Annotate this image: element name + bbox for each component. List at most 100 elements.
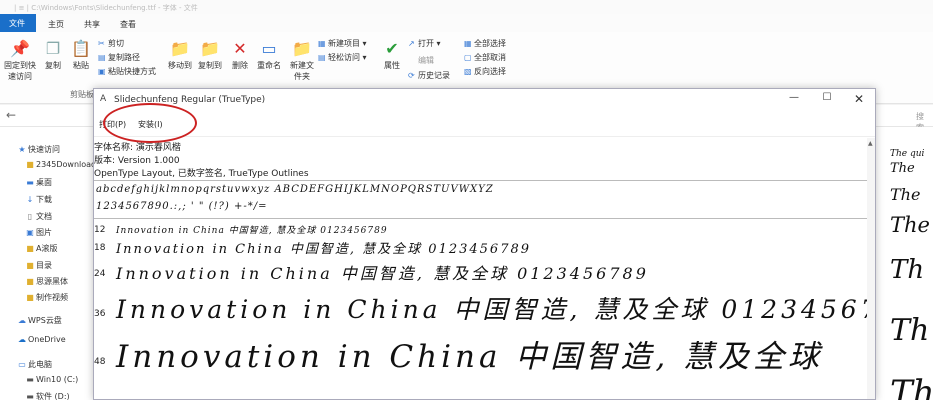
folder-icon: ■	[26, 160, 34, 169]
rename-label: 重命名	[257, 61, 281, 70]
document-icon: ▯	[27, 212, 33, 221]
rename-icon: ▭	[261, 39, 277, 58]
sample-text-24: Innovation in China 中国智造, 慧及全球 012345678…	[116, 264, 649, 283]
preview-line: The	[890, 185, 921, 204]
properties-check-icon: ✔	[385, 39, 399, 58]
new-folder-button[interactable]: 📁 新建文件夹	[288, 40, 316, 82]
desktop-icon: ▬	[26, 178, 34, 187]
sample-size-label: 36	[94, 309, 106, 319]
divider	[94, 218, 867, 219]
delete-button[interactable]: ✕ 删除	[228, 40, 252, 71]
font-viewer-title-bar[interactable]: A Slidechunfeng Regular (TrueType) — ☐ ✕	[94, 89, 875, 111]
history-icon: ⟳	[408, 71, 415, 80]
rename-button[interactable]: ▭ 重命名	[254, 40, 284, 71]
history-button[interactable]: ⟳ 历史记录	[408, 70, 450, 81]
sample-text-12: Innovation in China 中国智造, 慧及全球 012345678…	[116, 226, 388, 236]
copy-label: 复制	[45, 61, 61, 70]
easy-access-icon: ▤	[318, 53, 326, 62]
invert-selection-button[interactable]: ▧ 反向选择	[464, 66, 506, 77]
sample-text-36: Innovation in China 中国智造, 慧及全球 012345678…	[116, 295, 867, 324]
font-app-icon: A	[100, 94, 107, 104]
new-folder-label: 新建文件夹	[290, 61, 314, 81]
folder-icon: ■	[26, 244, 34, 253]
close-icon[interactable]: ✕	[847, 92, 871, 108]
drive-icon: ▬	[26, 375, 34, 384]
scroll-up-icon[interactable]: ▲	[868, 140, 873, 147]
preview-line: Th	[890, 313, 930, 348]
pin-quick-access-button[interactable]: 📌 固定到快速访问	[4, 40, 36, 82]
move-folder-icon: 📁	[170, 39, 190, 58]
back-arrow-icon[interactable]: ←	[6, 108, 16, 122]
paste-button[interactable]: 📋 粘贴	[68, 40, 94, 71]
copy-to-button[interactable]: 📁 复制到	[196, 40, 224, 71]
select-all-icon: ▦	[464, 39, 472, 48]
font-preview-content: 字体名称: 演示春风楷 版本: Version 1.000 OpenType L…	[94, 138, 867, 399]
preview-line: Th	[890, 255, 925, 285]
paste-shortcut-button[interactable]: ▣ 粘贴快捷方式	[98, 66, 156, 77]
tab-file[interactable]: 文件	[0, 14, 36, 32]
delete-x-icon: ✕	[233, 39, 247, 58]
preview-pane: The qui The The The Th Th Th	[876, 127, 933, 400]
delete-label: 删除	[232, 61, 248, 70]
preview-line: The	[890, 161, 915, 176]
easy-access-button[interactable]: ▤ 轻松访问 ▾	[318, 52, 367, 63]
folder-icon: ■	[26, 261, 34, 270]
sample-size-label: 12	[94, 225, 106, 235]
clipboard-icon: 📋	[71, 39, 91, 58]
copy-to-label: 复制到	[198, 61, 222, 70]
search-input[interactable]: 搜索	[880, 108, 930, 132]
select-none-button[interactable]: ▢ 全部取消	[464, 52, 506, 63]
sample-size-label: 48	[94, 357, 106, 367]
alphabet-sample: abcdefghijklmnopqrstuvwxyz ABCDEFGHIJKLM…	[96, 184, 494, 195]
maximize-icon[interactable]: ☐	[815, 92, 839, 108]
select-all-button[interactable]: ▦ 全部选择	[464, 38, 506, 49]
explorer-title-bar: | ≡ | C:\Windows\Fonts\Slidechunfeng.ttf…	[0, 0, 933, 14]
sample-text-48: Innovation in China 中国智造, 慧及全球	[116, 339, 824, 375]
shortcut-icon: ▣	[98, 67, 106, 76]
copy-folder-icon: 📁	[200, 39, 220, 58]
download-icon: ↓	[26, 195, 34, 204]
font-type-info: OpenType Layout, 已数字签名, TrueType Outline…	[94, 169, 309, 179]
open-button[interactable]: ↗ 打开 ▾	[408, 38, 441, 49]
preview-line: The	[890, 213, 930, 237]
font-name-info: 字体名称: 演示春风楷	[94, 143, 181, 153]
tab-view[interactable]: 查看	[114, 17, 142, 32]
folder-icon: ■	[26, 293, 34, 302]
star-icon: ★	[18, 145, 26, 154]
copy-path-button[interactable]: ▤ 复制路径	[98, 52, 140, 63]
open-icon: ↗	[408, 39, 415, 48]
move-to-label: 移动到	[168, 61, 192, 70]
install-button[interactable]: 安装(I)	[138, 119, 163, 130]
tab-share[interactable]: 共享	[78, 17, 106, 32]
pin-label: 固定到快速访问	[4, 61, 36, 81]
minimize-icon[interactable]: —	[782, 92, 806, 108]
drive-icon: ▬	[26, 392, 34, 400]
sample-size-label: 24	[94, 269, 106, 279]
properties-button[interactable]: ✔ 属性	[380, 40, 404, 71]
copy-button[interactable]: ❐ 复制	[40, 40, 66, 71]
paste-label: 粘贴	[73, 61, 89, 70]
edit-button[interactable]: 编辑	[408, 55, 434, 66]
tab-home[interactable]: 主页	[42, 17, 70, 32]
cut-button[interactable]: ✂ 剪切	[98, 38, 124, 49]
print-button[interactable]: 打印(P)	[99, 119, 126, 130]
move-to-button[interactable]: 📁 移动到	[166, 40, 194, 71]
scissors-icon: ✂	[98, 39, 105, 48]
properties-label: 属性	[384, 61, 400, 70]
preview-line: The qui	[890, 149, 925, 159]
new-item-button[interactable]: ▦ 新建项目 ▾	[318, 38, 367, 49]
ribbon-tabs: 文件 主页 共享 查看	[0, 14, 933, 32]
preview-line: Th	[890, 373, 933, 400]
pin-icon: 📌	[10, 39, 30, 58]
select-none-icon: ▢	[464, 53, 472, 62]
font-viewer-window: A Slidechunfeng Regular (TrueType) — ☐ ✕…	[93, 88, 876, 400]
computer-icon: ▭	[18, 360, 26, 369]
copy-icon: ❐	[45, 39, 61, 58]
cloud-icon: ☁	[18, 316, 26, 325]
path-icon: ▤	[98, 53, 106, 62]
font-viewer-toolbar: 打印(P) 安装(I)	[94, 111, 875, 137]
onedrive-icon: ☁	[18, 335, 26, 344]
vertical-scrollbar[interactable]: ▲	[867, 138, 875, 399]
divider	[94, 180, 867, 181]
digits-sample: 1234567890.:,; ' " (!?) +-*/=	[96, 201, 268, 212]
